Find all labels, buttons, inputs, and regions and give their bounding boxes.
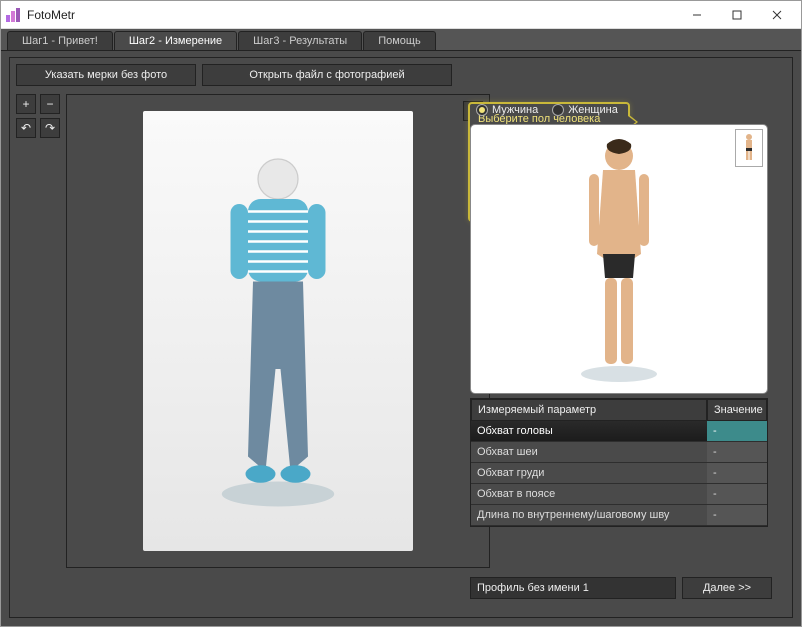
thumb-mannequin-icon [742, 133, 756, 163]
titlebar: FotoMetr [1, 1, 801, 29]
minimize-button[interactable] [677, 4, 717, 26]
table-row[interactable]: Обхват груди - [471, 463, 767, 484]
gender-female-label: Женщина [568, 104, 618, 116]
row-value: - [707, 421, 767, 442]
reference-figure-box [470, 124, 768, 394]
gender-option-male[interactable]: Мужчина [476, 104, 538, 116]
app-body: Указать мерки без фото Открыть файл с фо… [1, 51, 801, 626]
col-value: Значение [707, 399, 767, 421]
mannequin-figure-icon [203, 144, 353, 519]
manual-measure-button[interactable]: Указать мерки без фото [16, 64, 196, 86]
next-button[interactable]: Далее >> [682, 577, 772, 599]
table-row[interactable]: Обхват шеи - [471, 442, 767, 463]
window-title: FotoMetr [27, 8, 677, 22]
zoom-in-button[interactable]: + [16, 94, 36, 114]
tab-step1[interactable]: Шаг1 - Привет! [7, 31, 113, 50]
row-value: - [707, 442, 767, 463]
radio-icon [552, 104, 564, 116]
col-parameter: Измеряемый параметр [471, 399, 707, 421]
open-photo-button[interactable]: Открыть файл с фотографией [202, 64, 452, 86]
maximize-button[interactable] [717, 4, 757, 26]
action-row: Указать мерки без фото Открыть файл с фо… [16, 64, 786, 86]
content-area: Указать мерки без фото Открыть файл с фо… [9, 57, 793, 618]
male-mannequin-icon [559, 134, 679, 384]
row-label: Обхват в поясе [471, 484, 707, 505]
tab-step2[interactable]: Шаг2 - Измерение [114, 31, 237, 50]
photo-canvas[interactable]: ? [66, 94, 490, 568]
reference-thumbnail[interactable] [735, 129, 763, 167]
row-value: - [707, 484, 767, 505]
tab-step3[interactable]: Шаг3 - Результаты [238, 31, 362, 50]
measurements-table: Измеряемый параметр Значение Обхват голо… [470, 398, 768, 527]
row-value: - [707, 505, 767, 526]
close-button[interactable] [757, 4, 797, 26]
row-label: Обхват груди [471, 463, 707, 484]
table-row[interactable]: Обхват головы - [471, 421, 767, 442]
row-label: Обхват шеи [471, 442, 707, 463]
table-row[interactable]: Обхват в поясе - [471, 484, 767, 505]
row-value: - [707, 463, 767, 484]
radio-icon [476, 104, 488, 116]
profile-name-box[interactable]: Профиль без имени 1 [470, 577, 676, 599]
row-label: Обхват головы [471, 421, 707, 442]
app-window: FotoMetr Шаг1 - Привет! Шаг2 - Измерение… [0, 0, 802, 627]
table-header: Измеряемый параметр Значение [471, 399, 767, 421]
gender-selector: Мужчина Женщина [470, 100, 772, 120]
row-label: Длина по внутреннему/шаговому шву [471, 505, 707, 526]
gender-option-female[interactable]: Женщина [552, 104, 618, 116]
tab-help[interactable]: Помощь [363, 31, 436, 50]
zoom-out-button[interactable]: − [40, 94, 60, 114]
gender-male-label: Мужчина [492, 104, 538, 116]
footer-row: Профиль без имени 1 Далее >> [470, 577, 772, 599]
left-tools: + − ↶ ↷ [16, 94, 60, 568]
rotate-right-button[interactable]: ↷ [40, 118, 60, 138]
rotate-left-button[interactable]: ↶ [16, 118, 36, 138]
table-row[interactable]: Длина по внутреннему/шаговому шву - [471, 505, 767, 526]
app-icon [5, 7, 21, 23]
right-panel: Мужчина Женщина [470, 100, 772, 527]
mannequin-photo [143, 111, 413, 551]
tab-strip: Шаг1 - Привет! Шаг2 - Измерение Шаг3 - Р… [1, 29, 801, 51]
